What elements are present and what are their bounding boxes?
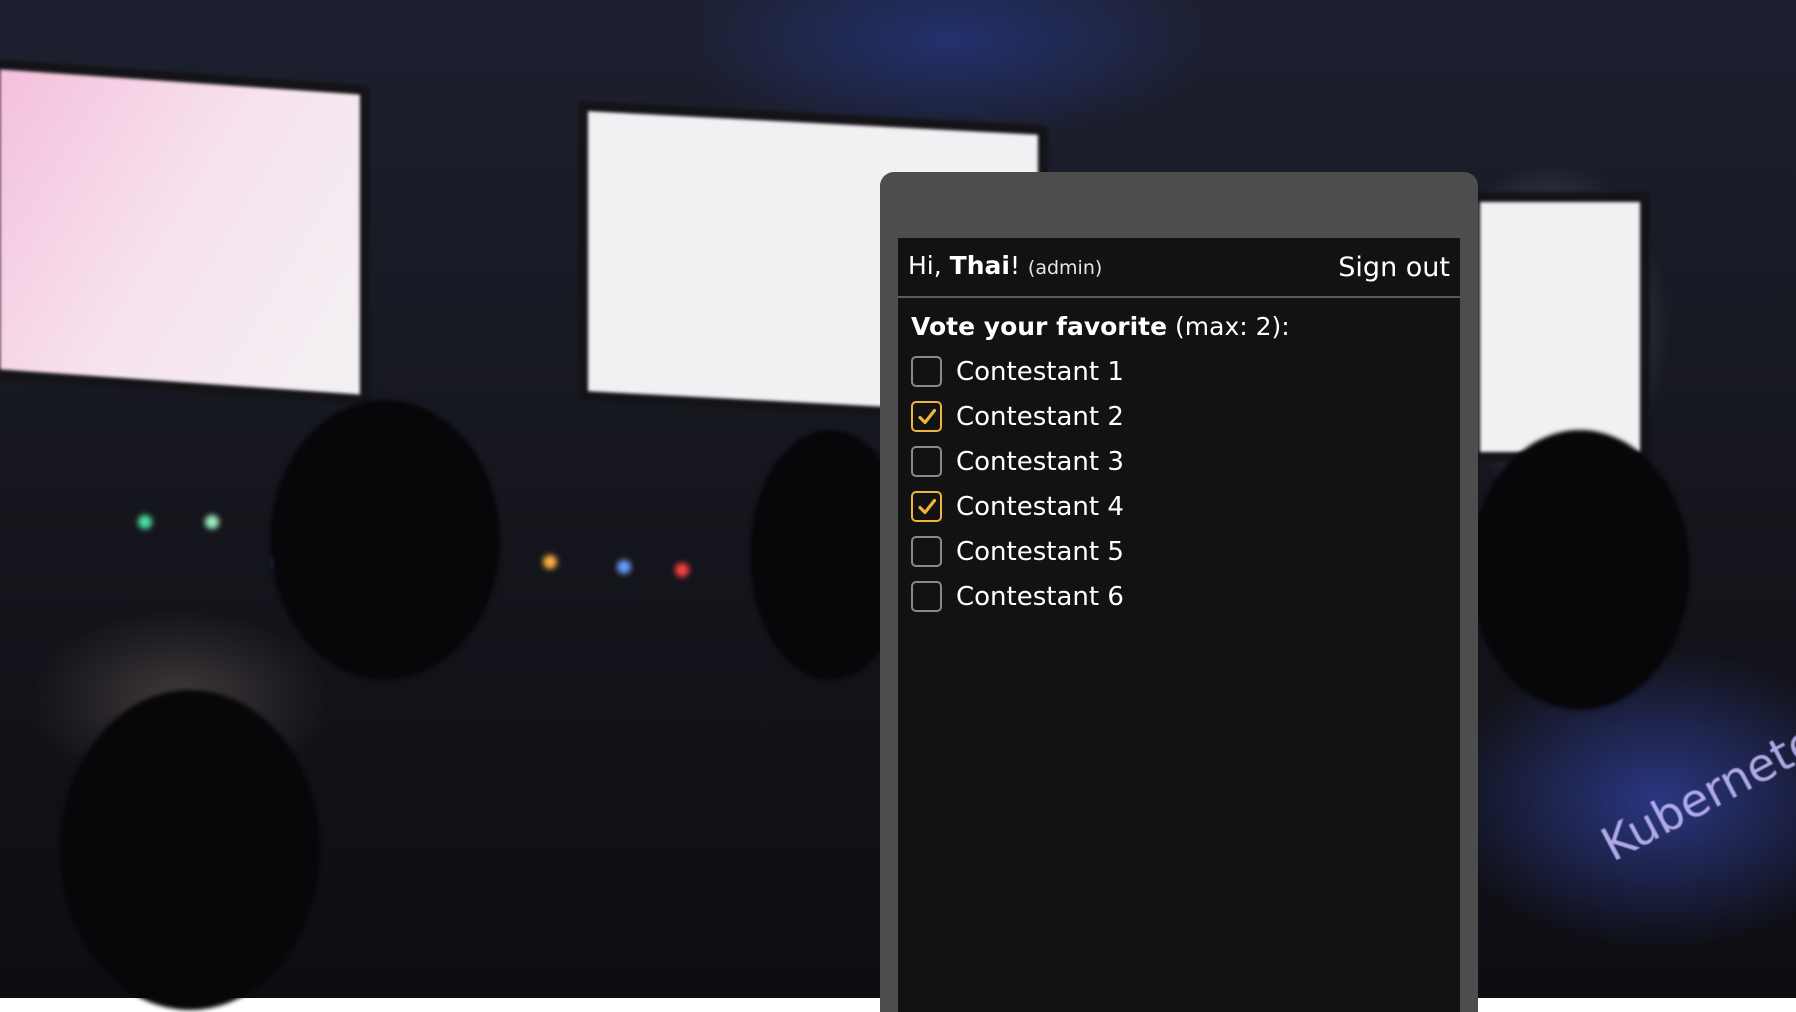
user-role: (admin) xyxy=(1027,257,1103,279)
contestant-option[interactable]: Contestant 2 xyxy=(911,394,1447,439)
background-monitor xyxy=(1470,192,1650,462)
contestant-checkbox[interactable] xyxy=(911,491,942,522)
sign-out-link[interactable]: Sign out xyxy=(1338,252,1450,283)
contestant-label: Contestant 1 xyxy=(956,356,1124,387)
contestant-option[interactable]: Contestant 5 xyxy=(911,529,1447,574)
contestant-option[interactable]: Contestant 1 xyxy=(911,349,1447,394)
background-monitor xyxy=(0,58,370,406)
background-light xyxy=(675,563,689,577)
background-person xyxy=(270,400,500,680)
phone-frame: Hi, Thai! (admin) Sign out Vote your fav… xyxy=(880,172,1478,1012)
vote-heading-max: (max: 2): xyxy=(1167,312,1290,341)
greeting-prefix: Hi, xyxy=(908,251,950,280)
checkmark-icon xyxy=(917,408,936,424)
contestant-option[interactable]: Contestant 6 xyxy=(911,574,1447,619)
contestant-list: Contestant 1 Contestant 2 Contestant 3 Cont… xyxy=(911,349,1447,619)
background-light xyxy=(138,515,152,529)
contestant-checkbox[interactable] xyxy=(911,356,942,387)
contestant-checkbox[interactable] xyxy=(911,401,942,432)
background-light xyxy=(205,515,219,529)
contestant-label: Contestant 2 xyxy=(956,401,1124,432)
user-name: Thai xyxy=(949,251,1010,280)
background-person xyxy=(1470,430,1690,710)
contestant-option[interactable]: Contestant 4 xyxy=(911,484,1447,529)
contestant-label: Contestant 3 xyxy=(956,446,1124,477)
greeting-exclaim: ! xyxy=(1009,251,1020,280)
contestant-label: Contestant 5 xyxy=(956,536,1124,567)
background-person xyxy=(60,690,320,1010)
background-light xyxy=(543,555,557,569)
vote-panel: Vote your favorite (max: 2): Contestant … xyxy=(898,298,1460,633)
contestant-label: Contestant 6 xyxy=(956,581,1124,612)
vote-heading-title: Vote your favorite xyxy=(911,312,1168,341)
contestant-checkbox[interactable] xyxy=(911,446,942,477)
contestant-label: Contestant 4 xyxy=(956,491,1124,522)
shirt-text: Kubernetes xyxy=(1592,702,1796,872)
contestant-checkbox[interactable] xyxy=(911,536,942,567)
vote-heading: Vote your favorite (max: 2): xyxy=(911,312,1447,341)
checkmark-icon xyxy=(917,498,936,514)
top-bar: Hi, Thai! (admin) Sign out xyxy=(898,238,1460,298)
app-screen: Hi, Thai! (admin) Sign out Vote your fav… xyxy=(898,238,1460,1012)
greeting: Hi, Thai! (admin) xyxy=(908,251,1102,283)
contestant-checkbox[interactable] xyxy=(911,581,942,612)
contestant-option[interactable]: Contestant 3 xyxy=(911,439,1447,484)
background-light xyxy=(617,560,631,574)
